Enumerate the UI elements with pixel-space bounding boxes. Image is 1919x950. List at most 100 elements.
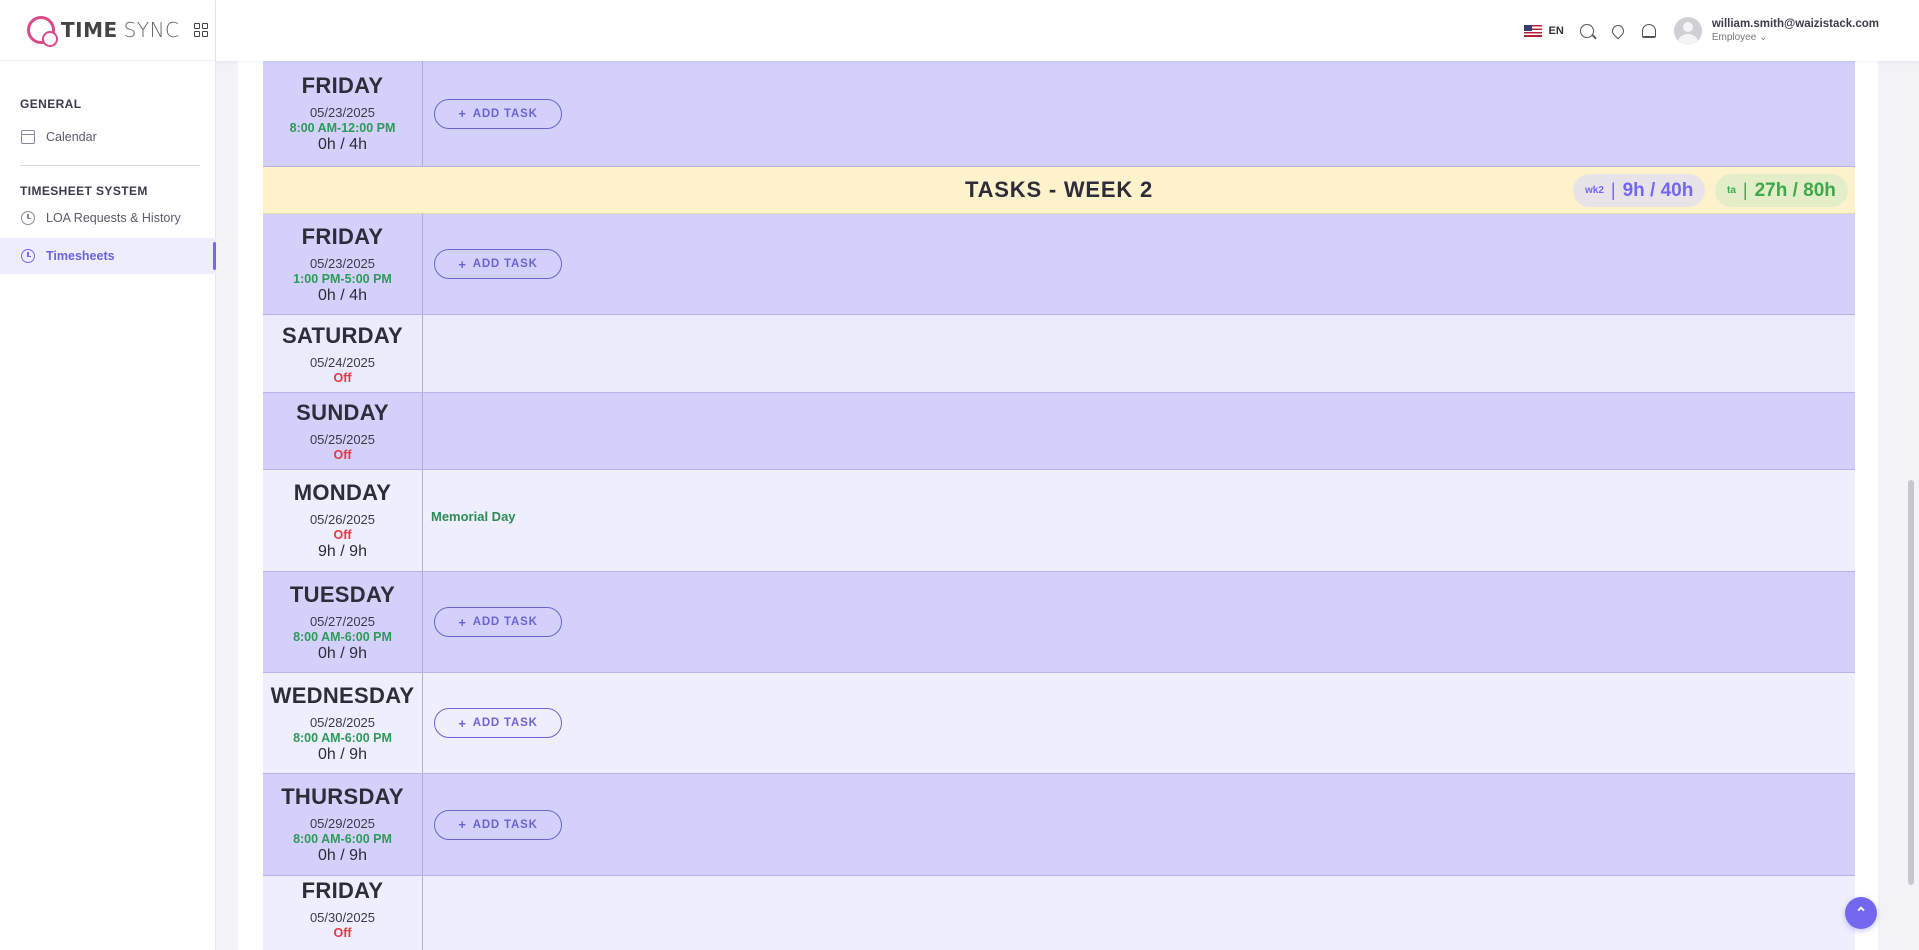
day-row: THURSDAY 05/29/2025 8:00 AM-6:00 PM 0h /… bbox=[263, 774, 1855, 876]
day-date: 05/23/2025 bbox=[309, 105, 376, 120]
sidebar-item-loa-requests[interactable]: LOA Requests & History bbox=[0, 200, 215, 236]
day-hours-ratio: 0h / 4h bbox=[318, 286, 367, 304]
us-flag-icon[interactable] bbox=[1523, 24, 1542, 37]
task-cell bbox=[423, 876, 1855, 950]
day-off-label: Off bbox=[333, 370, 352, 385]
day-hours-ratio: 0h / 9h bbox=[318, 847, 367, 864]
day-name: SUNDAY bbox=[296, 400, 389, 425]
day-cell: FRIDAY 05/30/2025 Off bbox=[263, 876, 423, 950]
sidebar-item-label: Timesheets bbox=[46, 249, 115, 263]
day-row: SUNDAY 05/25/2025 Off bbox=[263, 393, 1855, 470]
clock-icon bbox=[21, 211, 35, 225]
badge-separator: | bbox=[1610, 180, 1616, 200]
day-name: SATURDAY bbox=[282, 322, 403, 348]
task-cell: + ADD TASK bbox=[423, 214, 1855, 314]
add-task-button[interactable]: + ADD TASK bbox=[434, 249, 562, 279]
sidebar-item-label: Calendar bbox=[46, 130, 97, 144]
calendar-icon bbox=[21, 130, 35, 144]
task-cell: + ADD TASK bbox=[423, 774, 1855, 875]
day-hours-ratio: 9h / 9h bbox=[318, 543, 367, 560]
day-name: TUESDAY bbox=[289, 581, 396, 607]
add-task-label: ADD TASK bbox=[472, 616, 538, 628]
total-badge-value: 27h / 80h bbox=[1754, 179, 1836, 201]
day-row: FRIDAY 05/23/2025 1:00 PM-5:00 PM 0h / 4… bbox=[263, 214, 1855, 315]
bell-icon[interactable] bbox=[1641, 23, 1656, 38]
day-date: 05/23/2025 bbox=[309, 255, 376, 271]
time-sync-logo-icon bbox=[27, 16, 58, 47]
language-selector[interactable]: EN bbox=[1549, 25, 1564, 37]
nav-divider bbox=[20, 165, 200, 166]
day-date: 05/24/2025 bbox=[309, 354, 376, 370]
page-scrollbar[interactable] bbox=[1908, 480, 1914, 885]
day-hours-ratio: 0h / 9h bbox=[318, 745, 367, 763]
day-hours-ratio: 0h / 9h bbox=[318, 644, 367, 662]
chevrons-up-icon: ⌃ bbox=[1854, 905, 1868, 922]
week-badge-tag: wk2 bbox=[1585, 185, 1604, 196]
location-icon[interactable] bbox=[1609, 22, 1627, 39]
add-task-label: ADD TASK bbox=[472, 258, 538, 270]
day-schedule: 8:00 AM-6:00 PM bbox=[293, 629, 392, 644]
add-task-button[interactable]: + ADD TASK bbox=[434, 708, 562, 738]
day-name: FRIDAY bbox=[301, 73, 384, 98]
brand-name-light: SYNC bbox=[123, 18, 180, 42]
day-cell: MONDAY 05/26/2025 Off 9h / 9h bbox=[263, 470, 423, 571]
week-2-header: TASKS - WEEK 2 wk2 | 9h / 40h ta | 27h /… bbox=[263, 167, 1855, 214]
add-task-button[interactable]: + ADD TASK bbox=[434, 607, 562, 637]
day-cell: SATURDAY 05/24/2025 Off bbox=[263, 315, 423, 392]
top-header: EN william.smith@waizistack.com Employee… bbox=[216, 0, 1919, 61]
day-row: FRIDAY 05/23/2025 8:00 AM-12:00 PM 0h / … bbox=[263, 61, 1855, 167]
day-date: 05/28/2025 bbox=[309, 714, 376, 730]
day-off-label: Off bbox=[333, 926, 352, 940]
user-role-label: Employee bbox=[1711, 32, 1757, 43]
badge-separator: | bbox=[1742, 180, 1748, 200]
day-date: 05/27/2025 bbox=[309, 613, 376, 629]
brand-name-bold: TIME bbox=[61, 18, 118, 42]
task-cell: + ADD TASK bbox=[423, 61, 1855, 166]
add-task-button[interactable]: + ADD TASK bbox=[434, 98, 562, 129]
plus-icon: + bbox=[458, 256, 467, 272]
chevron-down-icon: ⌄ bbox=[1759, 32, 1768, 43]
day-row: MONDAY 05/26/2025 Off 9h / 9h Memorial D… bbox=[263, 470, 1855, 572]
day-name: FRIDAY bbox=[301, 223, 384, 249]
apps-grid-icon[interactable] bbox=[193, 23, 208, 37]
plus-icon: + bbox=[458, 817, 467, 832]
clock-icon bbox=[21, 249, 35, 263]
day-off-label: Off bbox=[333, 528, 352, 542]
user-role[interactable]: Employee ⌄ bbox=[1712, 32, 1879, 43]
day-date: 05/30/2025 bbox=[309, 910, 376, 925]
total-hours-badge: ta | 27h / 80h bbox=[1715, 174, 1848, 207]
day-name: FRIDAY bbox=[301, 878, 384, 903]
plus-icon: + bbox=[458, 106, 467, 121]
day-date: 05/26/2025 bbox=[309, 512, 376, 527]
day-cell: THURSDAY 05/29/2025 8:00 AM-6:00 PM 0h /… bbox=[263, 774, 423, 875]
avatar[interactable] bbox=[1673, 16, 1702, 45]
total-badge-tag: ta bbox=[1727, 185, 1736, 196]
user-menu[interactable]: william.smith@waizistack.com Employee ⌄ bbox=[1712, 18, 1879, 43]
task-cell bbox=[423, 393, 1855, 469]
add-task-label: ADD TASK bbox=[472, 818, 538, 831]
nav: GENERAL Calendar TIMESHEET SYSTEM LOA Re… bbox=[0, 97, 216, 274]
sidebar-item-timesheets[interactable]: Timesheets bbox=[0, 238, 216, 274]
day-row: FRIDAY 05/30/2025 Off bbox=[263, 876, 1855, 950]
scroll-to-top-button[interactable]: ⌃ bbox=[1845, 897, 1877, 929]
add-task-label: ADD TASK bbox=[472, 107, 538, 120]
sidebar-item-calendar[interactable]: Calendar bbox=[0, 119, 215, 155]
task-cell: + ADD TASK bbox=[423, 572, 1855, 672]
day-name: THURSDAY bbox=[281, 784, 404, 809]
day-cell: WEDNESDAY 05/28/2025 8:00 AM-6:00 PM 0h … bbox=[263, 673, 423, 773]
add-task-button[interactable]: + ADD TASK bbox=[434, 809, 562, 840]
day-schedule: 8:00 AM-6:00 PM bbox=[293, 730, 392, 745]
task-cell bbox=[423, 315, 1855, 392]
day-date: 05/25/2025 bbox=[309, 432, 376, 447]
holiday-label: Memorial Day bbox=[431, 509, 516, 524]
sidebar: TIME SYNC GENERAL Calendar TIMESHEET SYS… bbox=[0, 0, 216, 950]
day-row: WEDNESDAY 05/28/2025 8:00 AM-6:00 PM 0h … bbox=[263, 673, 1855, 774]
plus-icon: + bbox=[458, 715, 467, 731]
user-email: william.smith@waizistack.com bbox=[1711, 18, 1879, 30]
day-row: SATURDAY 05/24/2025 Off bbox=[263, 315, 1855, 393]
plus-icon: + bbox=[458, 614, 467, 630]
search-icon[interactable] bbox=[1579, 23, 1594, 38]
day-row: TUESDAY 05/27/2025 8:00 AM-6:00 PM 0h / … bbox=[263, 572, 1855, 673]
day-date: 05/29/2025 bbox=[309, 816, 376, 831]
day-cell: FRIDAY 05/23/2025 1:00 PM-5:00 PM 0h / 4… bbox=[263, 214, 423, 314]
